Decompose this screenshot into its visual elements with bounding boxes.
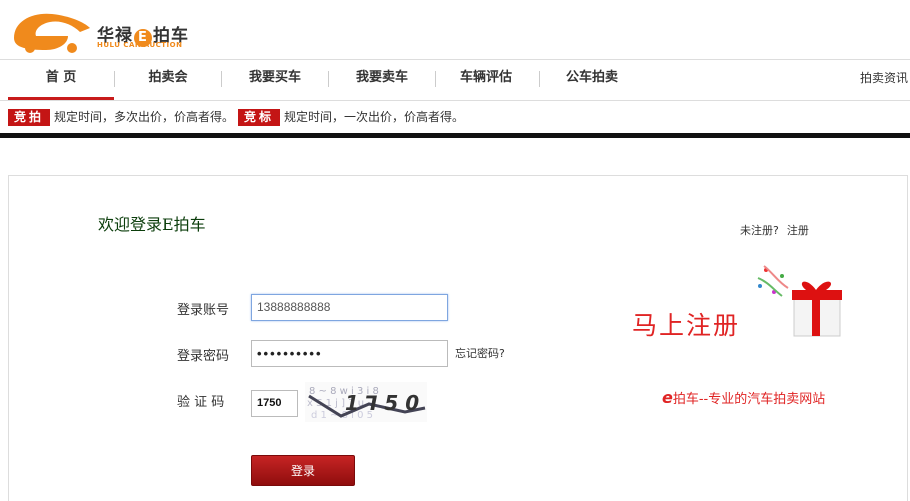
nav-auction-news[interactable]: 拍卖资讯 bbox=[860, 60, 908, 96]
nav-sell-car[interactable]: 我要卖车 bbox=[329, 60, 435, 100]
nav-home[interactable]: 首 页 bbox=[8, 60, 114, 100]
nav-auction[interactable]: 拍卖会 bbox=[115, 60, 221, 100]
captcha-image[interactable]: 8 ~ 8 w i 3 i 8 x S 1 j ] 7 u d 1 ~ 8 i … bbox=[305, 382, 427, 422]
register-link[interactable]: 注册 bbox=[787, 224, 809, 237]
site-logo[interactable]: 华禄 E 拍车 HULU CAR AUCTION bbox=[10, 8, 190, 56]
tender-rule-text: 规定时间，一次出价，价高者得。 bbox=[284, 110, 465, 124]
register-prompt: 未注册? 注册 bbox=[740, 222, 809, 238]
svg-text:1 ⅂ 5 0: 1 ⅂ 5 0 bbox=[345, 391, 419, 415]
forgot-password-link[interactable]: 忘记密码? bbox=[455, 345, 505, 361]
main-nav: 首 页 拍卖会 我要买车 我要卖车 车辆评估 公车拍卖 拍卖资讯 bbox=[0, 59, 910, 101]
login-title: 欢迎登录E拍车 bbox=[98, 215, 206, 234]
nav-car-evaluation[interactable]: 车辆评估 bbox=[436, 60, 536, 100]
header-divider bbox=[0, 133, 910, 138]
nav-buy-car[interactable]: 我要买车 bbox=[222, 60, 328, 100]
brand-subtitle: HULU CAR AUCTION bbox=[97, 41, 183, 49]
nav-public-car-auction[interactable]: 公车拍卖 bbox=[540, 60, 644, 100]
gift-box-icon bbox=[757, 265, 842, 337]
site-slogan: e拍车--专业的汽车拍卖网站 bbox=[662, 388, 826, 407]
password-label: 登录密码 bbox=[177, 349, 230, 364]
login-button[interactable]: 登录 bbox=[251, 455, 355, 486]
auction-notice: 竞拍 规定时间，多次出价，价高者得。 竞标 规定时间，一次出价，价高者得。 bbox=[8, 108, 468, 126]
captcha-input[interactable]: 1750 bbox=[251, 390, 298, 417]
account-input[interactable]: 13888888888 bbox=[251, 294, 448, 321]
tender-tag: 竞标 bbox=[238, 109, 281, 126]
password-input[interactable]: •••••••••• bbox=[251, 340, 448, 367]
not-registered-text: 未注册? bbox=[740, 224, 779, 237]
captcha-label: 验 证 码 bbox=[177, 395, 225, 410]
account-label: 登录账号 bbox=[177, 303, 230, 318]
bid-rule-text: 规定时间，多次出价，价高者得。 bbox=[54, 110, 235, 124]
register-now-banner[interactable]: 马上注册 bbox=[632, 306, 740, 342]
bid-tag: 竞拍 bbox=[8, 109, 51, 126]
logo-e-icon bbox=[14, 13, 90, 53]
